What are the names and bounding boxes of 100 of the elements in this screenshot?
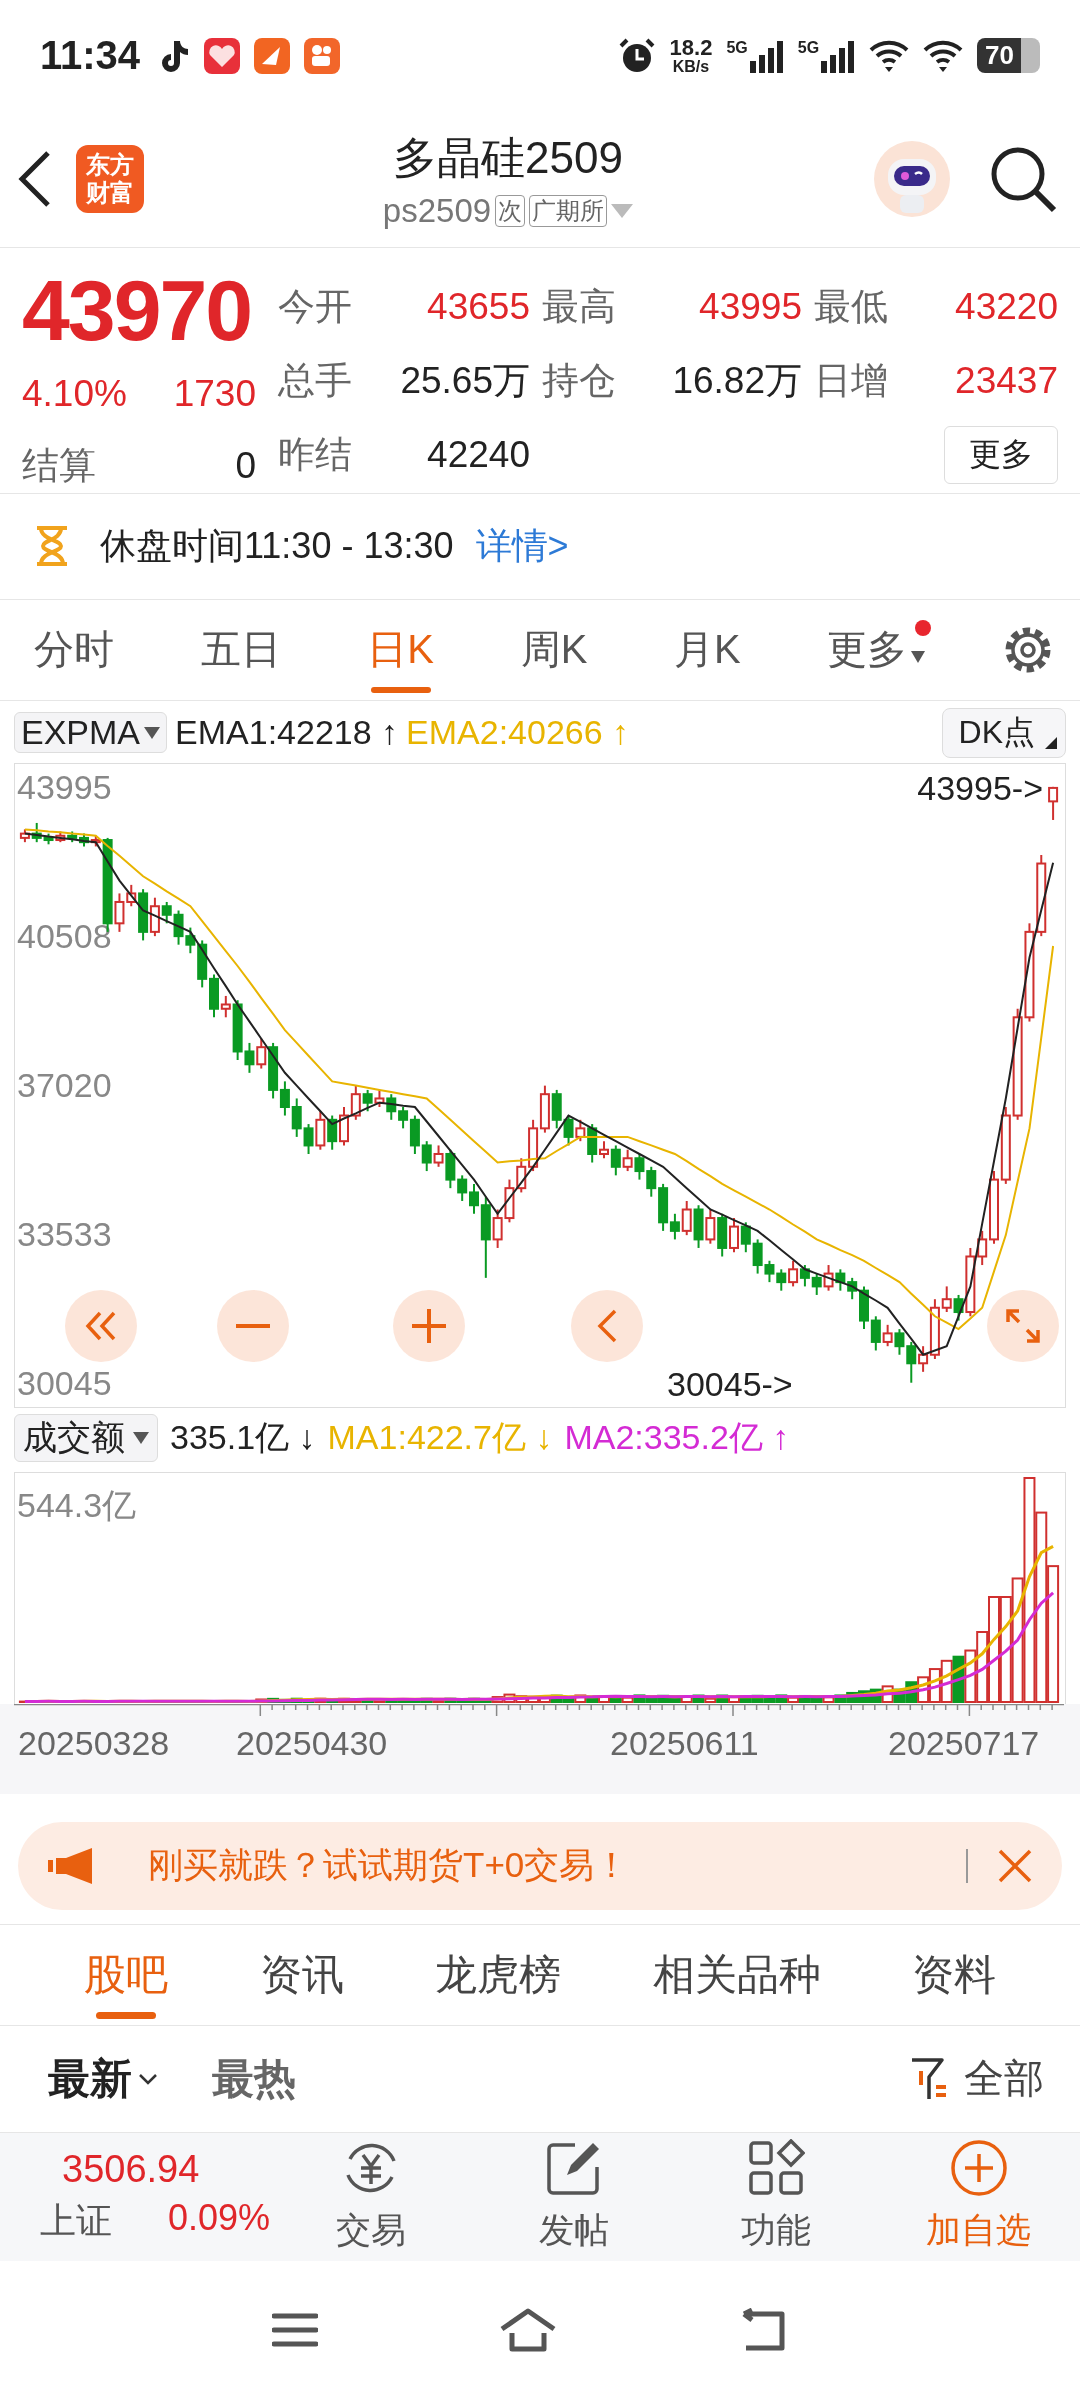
close-button[interactable]: [998, 1848, 1032, 1883]
chevron-left-icon: [597, 1308, 617, 1343]
field-label: 最高: [542, 285, 617, 330]
chart-tab[interactable]: 周K: [510, 604, 598, 696]
section-tab[interactable]: 资料: [912, 1934, 996, 2015]
field-label: 最低: [814, 285, 889, 330]
candlestick: [161, 900, 172, 925]
price-axis-label: 37020: [17, 1064, 112, 1105]
caret-icon: [144, 726, 161, 739]
sort-tab[interactable]: 最新: [48, 2050, 158, 2107]
price-change: 1730: [173, 372, 256, 417]
sort-tab[interactable]: 最热: [212, 2050, 296, 2107]
field-value: 25.65万: [400, 359, 530, 404]
megaphone-icon: [48, 1845, 94, 1886]
toolbar-action[interactable]: 功能: [675, 2132, 878, 2261]
more-button[interactable]: 更多: [944, 426, 1058, 485]
alarm-icon: [617, 36, 656, 75]
date-axis-label: 20250717: [888, 1723, 1040, 1763]
network-speed: 18.2: [669, 36, 713, 59]
candlestick: [362, 1088, 373, 1113]
menu-icon[interactable]: [272, 2312, 318, 2349]
chart-tab[interactable]: 五日: [190, 604, 291, 696]
candlestick: [303, 1122, 314, 1155]
field-value: 23437: [955, 360, 1058, 403]
index-name: 上证: [40, 2198, 112, 2243]
candlestick: [941, 1285, 952, 1313]
section-tab[interactable]: 龙虎榜: [435, 1934, 561, 2015]
field-value: 43655: [427, 286, 530, 329]
field-value: 43995: [699, 286, 802, 329]
speed-unit: KB/s: [672, 58, 710, 75]
chevron-down-icon: [138, 2072, 158, 2085]
chart-tab[interactable]: 分时: [24, 604, 124, 696]
home-icon[interactable]: [498, 2307, 558, 2354]
section-tab[interactable]: 相关品种: [652, 1934, 821, 2015]
logo: 东方 财富: [76, 145, 144, 214]
candlestick: [469, 1182, 479, 1215]
toolbar-action[interactable]: 发帖: [472, 2132, 675, 2261]
candlestick: [622, 1148, 633, 1172]
price-axis-label: 33533: [17, 1213, 112, 1254]
last-price: 43970: [22, 262, 253, 359]
candlestick: [1048, 785, 1059, 821]
dk-point-button[interactable]: DK点: [941, 707, 1066, 758]
candlestick: [729, 1216, 739, 1254]
filter-button[interactable]: 全部: [904, 2050, 1050, 2108]
indicator-value: MA2:335.2亿 ↑: [564, 1416, 790, 1458]
signal-icon: [749, 38, 784, 73]
field-label: 总手: [278, 359, 353, 404]
candlestick: [776, 1268, 787, 1292]
expand-arrows-icon: [1005, 1307, 1041, 1344]
market-tag: 次: [495, 194, 526, 227]
field-value: 16.82万: [672, 359, 802, 404]
date-axis-label: 20250430: [236, 1723, 388, 1763]
date-axis-label: 20250328: [18, 1723, 170, 1763]
low-price-marker: 30045->: [667, 1363, 793, 1404]
toolbar-action[interactable]: 交易: [270, 2132, 473, 2261]
date-axis-label: 20250611: [610, 1723, 759, 1763]
chart-tab[interactable]: 月K: [664, 604, 751, 696]
robot-assistant-icon[interactable]: [872, 139, 952, 220]
plus-icon: [412, 1308, 446, 1343]
instrument-code: ps2509: [382, 191, 492, 230]
candlestick: [681, 1199, 692, 1236]
price-axis-label: 40508: [17, 915, 112, 956]
clock-time: 11:34: [40, 33, 141, 79]
apps-grid-icon: [747, 2139, 806, 2198]
candlestick: [291, 1097, 302, 1138]
minus-icon: [236, 1322, 270, 1329]
candlestick: [457, 1174, 468, 1202]
price-axis-label: 43995: [17, 766, 112, 807]
details-link[interactable]: 详情>: [475, 521, 569, 571]
candlestick: [433, 1144, 444, 1168]
candlestick: [870, 1315, 881, 1352]
candlestick: [634, 1152, 645, 1181]
music-note-icon: [160, 38, 191, 73]
add-circle-icon: [949, 2139, 1008, 2198]
break-time-text: 休盘时间11:30 - 13:30: [100, 523, 454, 568]
section-tab[interactable]: 资讯: [259, 1934, 344, 2015]
indicator-value: EMA2:40266 ↑: [406, 713, 630, 753]
chart-tab[interactable]: 更多: [817, 604, 936, 696]
candlestick: [882, 1323, 893, 1348]
field-label: 今开: [278, 285, 353, 330]
candlestick: [646, 1165, 657, 1198]
price-axis-label: 30045: [17, 1362, 112, 1403]
field-value: 43220: [955, 286, 1058, 329]
heart-app-icon: [204, 37, 241, 74]
candlestick: [906, 1340, 917, 1384]
candlestick: [705, 1208, 716, 1245]
volume-axis-label: 544.3亿: [17, 1484, 137, 1526]
app-icon: [254, 37, 291, 74]
candlestick: [740, 1221, 751, 1254]
indicator-value: 335.1亿 ↓: [170, 1416, 316, 1458]
change-percent: 4.10%: [22, 372, 127, 417]
candlestick: [788, 1259, 799, 1288]
index-quote[interactable]: 3506.94 上证 0.09%: [0, 2132, 270, 2261]
indicator-selector[interactable]: EXPMA: [14, 712, 168, 754]
indicator-selector[interactable]: 成交额: [14, 1413, 158, 1462]
hourglass-icon: [34, 526, 70, 567]
battery-icon: 70: [977, 38, 1040, 74]
indicator-value: MA1:422.7亿 ↓: [327, 1416, 553, 1458]
candlestick: [811, 1272, 822, 1296]
field-label: 昨结: [278, 433, 353, 478]
